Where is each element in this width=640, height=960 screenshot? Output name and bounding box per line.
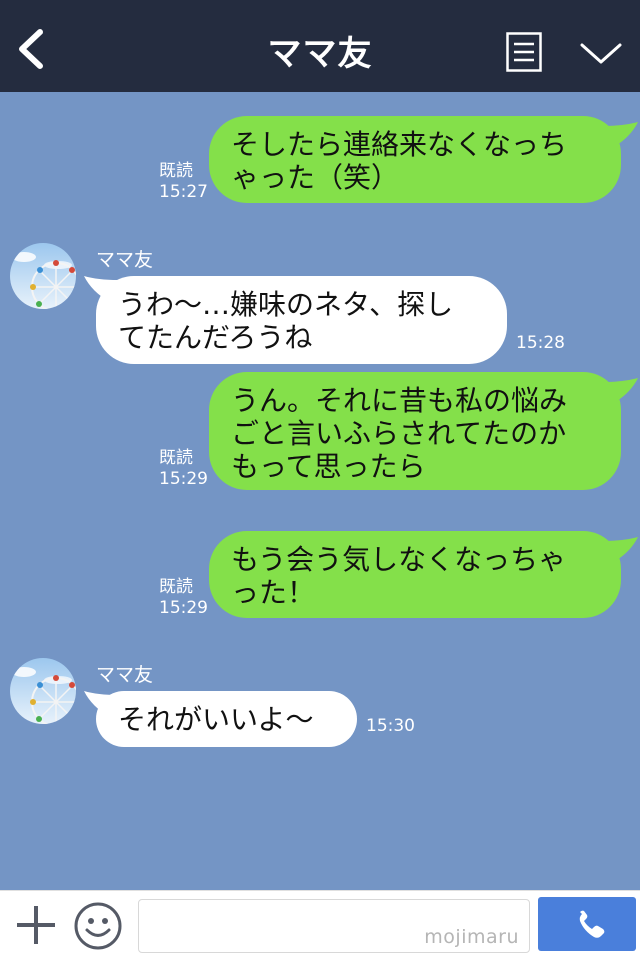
read-label: 既読 <box>159 161 193 181</box>
sender-name: ママ友 <box>96 249 154 271</box>
menu-lines-icon <box>506 32 542 72</box>
watermark-text: mojimaru <box>424 926 519 948</box>
ferris-wheel-avatar-image <box>10 658 76 724</box>
message-line: そしたら連絡来なくなっち <box>231 128 568 161</box>
message-line: てたんだろうね <box>118 321 313 354</box>
incoming-message-bubble[interactable]: うわ〜…嫌味のネタ、探し てたんだろうね <box>96 276 507 364</box>
message-line: った！ <box>231 576 316 609</box>
back-button[interactable] <box>8 22 52 74</box>
message-line: うわ〜…嫌味のネタ、探し <box>118 288 454 321</box>
chat-title: ママ友 <box>267 34 373 74</box>
read-label: 既読 <box>159 577 193 597</box>
avatar[interactable] <box>10 658 76 724</box>
message-line: もって思ったら <box>231 450 426 483</box>
read-receipt: 既読 15:27 <box>159 161 208 203</box>
message-line: ごと言いふらされてたのか <box>231 417 567 450</box>
bubble-tail <box>604 122 638 148</box>
message-time: 15:27 <box>159 182 208 202</box>
ferris-wheel-avatar-image <box>10 243 76 309</box>
bubble-tail <box>604 378 638 404</box>
chat-header: ママ友 <box>0 0 640 92</box>
incoming-message-bubble[interactable]: それがいいよ〜 <box>96 691 357 747</box>
collapse-button[interactable] <box>578 36 624 70</box>
smiley-icon <box>74 902 122 950</box>
message-time: 15:30 <box>366 716 415 736</box>
read-label: 既読 <box>159 448 193 468</box>
message-line: ゃった（笑） <box>231 161 400 194</box>
input-bar: mojimaru <box>0 890 640 960</box>
message-line: うん。それに昔も私の悩み <box>231 384 568 417</box>
outgoing-message-bubble[interactable]: もう会う気しなくなっちゃ った！ <box>209 531 621 618</box>
chevron-left-icon <box>19 29 43 69</box>
read-receipt: 既読 15:29 <box>159 448 208 490</box>
add-button[interactable] <box>14 903 58 947</box>
phone-icon <box>579 910 605 938</box>
read-receipt: 既読 15:29 <box>159 577 208 619</box>
bubble-tail <box>604 537 638 563</box>
emoji-button[interactable] <box>73 901 123 951</box>
avatar[interactable] <box>10 243 76 309</box>
message-time: 15:29 <box>159 598 208 618</box>
call-button[interactable] <box>538 897 636 951</box>
menu-button[interactable] <box>506 32 542 72</box>
chevron-down-icon <box>580 43 622 64</box>
outgoing-message-bubble[interactable]: そしたら連絡来なくなっち ゃった（笑） <box>209 116 621 203</box>
message-line: それがいいよ〜 <box>118 703 314 736</box>
sender-name: ママ友 <box>96 664 154 686</box>
message-time: 15:28 <box>516 333 565 353</box>
plus-icon <box>17 906 55 944</box>
message-input[interactable]: mojimaru <box>138 899 530 953</box>
message-line: もう会う気しなくなっちゃ <box>231 543 567 576</box>
message-time: 15:29 <box>159 469 208 489</box>
outgoing-message-bubble[interactable]: うん。それに昔も私の悩み ごと言いふらされてたのか もって思ったら <box>209 372 621 490</box>
